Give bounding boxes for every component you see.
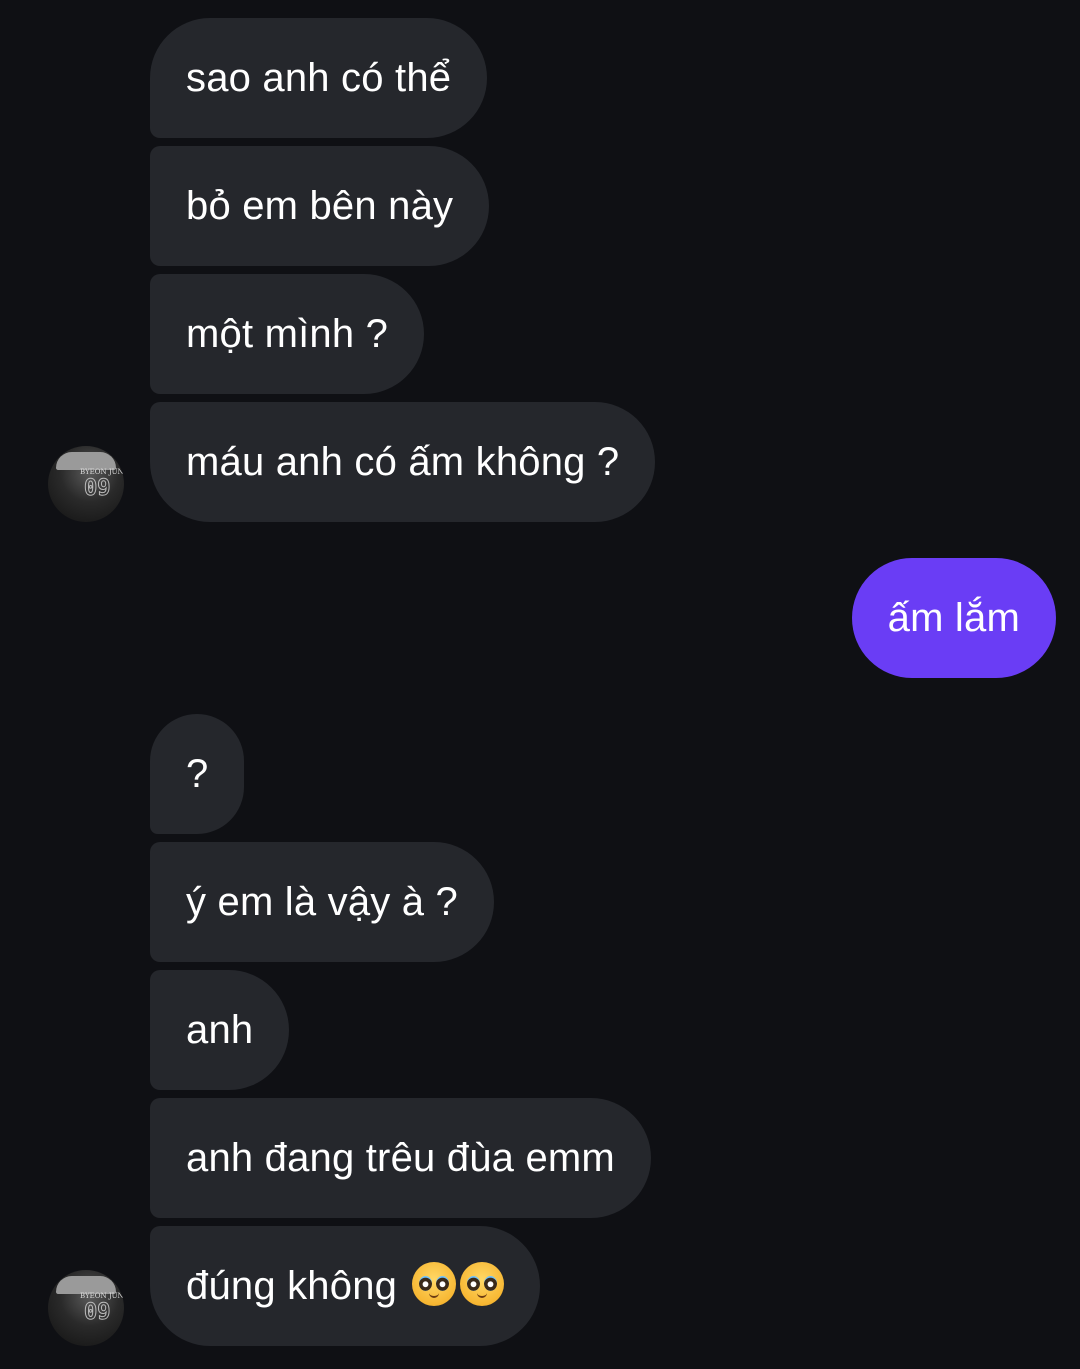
message-text: ấm lắm xyxy=(887,596,1020,640)
incoming-message[interactable]: anh đang trêu đùa emm xyxy=(150,1098,651,1218)
avatar-label: BYEON JUN xyxy=(80,468,124,476)
incoming-message[interactable]: bỏ em bên này xyxy=(150,146,490,266)
avatar-number: 09 xyxy=(84,476,111,502)
incoming-message[interactable]: một mình ? xyxy=(150,274,425,394)
sender-avatar[interactable]: BYEON JUN 09 xyxy=(48,446,124,522)
sender-avatar[interactable]: BYEON JUN 09 xyxy=(48,1270,124,1346)
message-text: anh xyxy=(186,1008,254,1052)
pleading-face-icon xyxy=(412,1262,457,1307)
outgoing-message[interactable]: ấm lắm xyxy=(851,558,1056,678)
incoming-message[interactable]: máu anh có ấm không ? xyxy=(150,402,656,522)
message-text: đúng không xyxy=(186,1264,398,1308)
message-text: anh đang trêu đùa emm xyxy=(186,1136,615,1180)
incoming-message[interactable]: ý em là vậy à ? xyxy=(150,842,495,962)
message-text: máu anh có ấm không ? xyxy=(186,440,620,484)
chat-thread: sao anh có thể bỏ em bên này một mình ? … xyxy=(0,0,1080,1369)
incoming-message[interactable]: ? xyxy=(150,714,245,834)
incoming-message[interactable]: anh xyxy=(150,970,290,1090)
message-text: ? xyxy=(186,752,209,796)
avatar-number: 09 xyxy=(84,1300,111,1326)
incoming-message[interactable]: sao anh có thể xyxy=(150,18,488,138)
message-text: bỏ em bên này xyxy=(186,184,454,228)
message-text: ý em là vậy à ? xyxy=(186,880,459,924)
message-text: một mình ? xyxy=(186,312,389,356)
message-text: sao anh có thể xyxy=(186,56,452,100)
pleading-face-icon xyxy=(460,1262,505,1307)
incoming-message[interactable]: đúng không xyxy=(150,1226,541,1346)
avatar-label: BYEON JUN xyxy=(80,1292,124,1300)
